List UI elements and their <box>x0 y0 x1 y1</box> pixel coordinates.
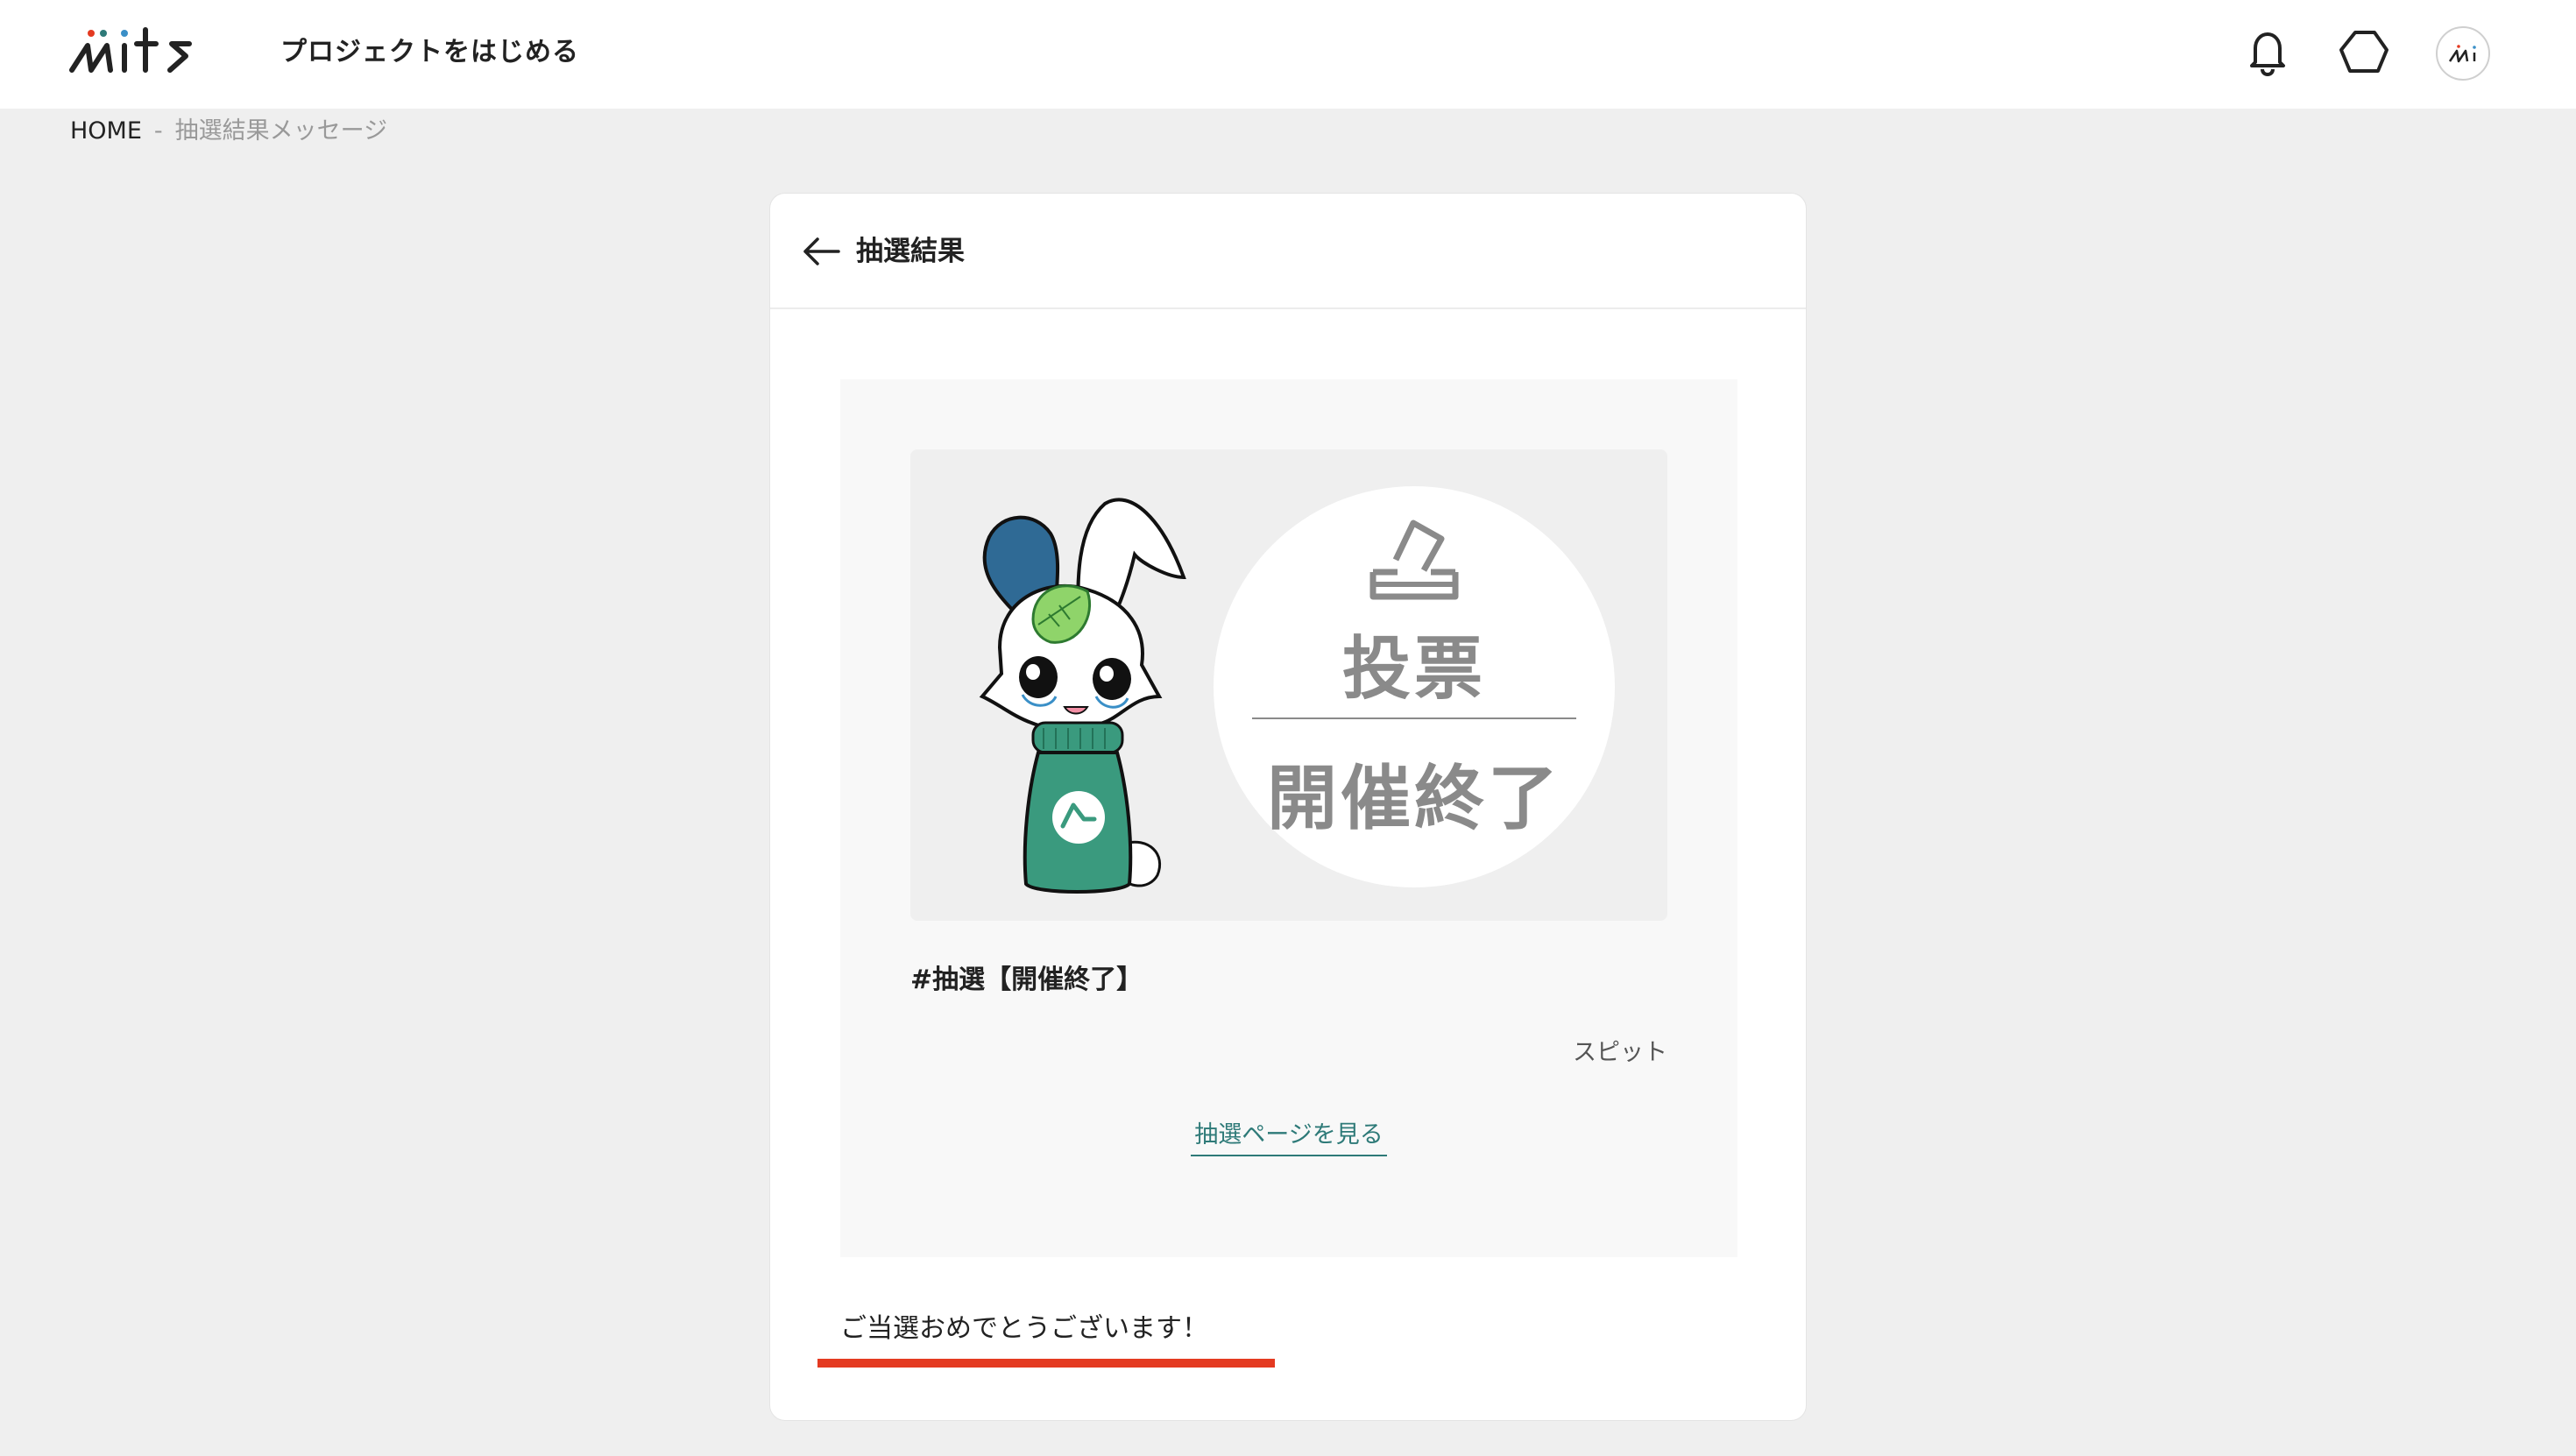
closed-label: 開催終了 <box>1267 758 1561 839</box>
result-message: ご当選おめでとうございます！ <box>840 1313 1208 1344</box>
hexagon-icon[interactable] <box>2336 24 2392 80</box>
avatar[interactable] <box>2436 26 2490 81</box>
card-header: 抽選結果 <box>770 194 1806 309</box>
view-link-container: 抽選ページを見る <box>840 1115 1737 1156</box>
back-arrow-icon[interactable] <box>800 232 842 271</box>
page-title: 抽選結果 <box>856 236 965 267</box>
project-summary: 投票 開催終了 #抽選【開催終了】 スピット 抽選ページを見る <box>840 379 1737 1257</box>
top-header: プロジェクトをはじめる <box>0 0 2576 109</box>
breadcrumb-separator: - <box>153 117 163 145</box>
rabbit-mascot-icon <box>947 493 1198 900</box>
bell-icon[interactable] <box>2240 24 2296 80</box>
vote-label: 投票 <box>1341 630 1486 709</box>
project-title[interactable]: #抽選【開催終了】 <box>910 958 1143 996</box>
start-project-link[interactable]: プロジェクトをはじめる <box>280 33 579 72</box>
author-name: スピット <box>1573 1039 1667 1066</box>
divider <box>1252 717 1576 719</box>
status-badge: 投票 開催終了 <box>1214 486 1615 887</box>
project-thumbnail[interactable]: 投票 開催終了 <box>910 449 1667 921</box>
breadcrumb-current: 抽選結果メッセージ <box>174 117 388 145</box>
highlight-underline <box>817 1359 1275 1368</box>
view-lottery-page-link[interactable]: 抽選ページを見る <box>1191 1115 1387 1156</box>
breadcrumb: HOME - 抽選結果メッセージ <box>70 112 387 151</box>
mits-logo[interactable] <box>68 25 212 82</box>
lottery-result-card: 抽選結果 投票 開催終了 #抽選【開催終了】 スピット 抽選ページを見る ご当選… <box>769 193 1807 1421</box>
breadcrumb-home[interactable]: HOME <box>70 117 142 145</box>
ballot-box-icon <box>1357 509 1471 605</box>
